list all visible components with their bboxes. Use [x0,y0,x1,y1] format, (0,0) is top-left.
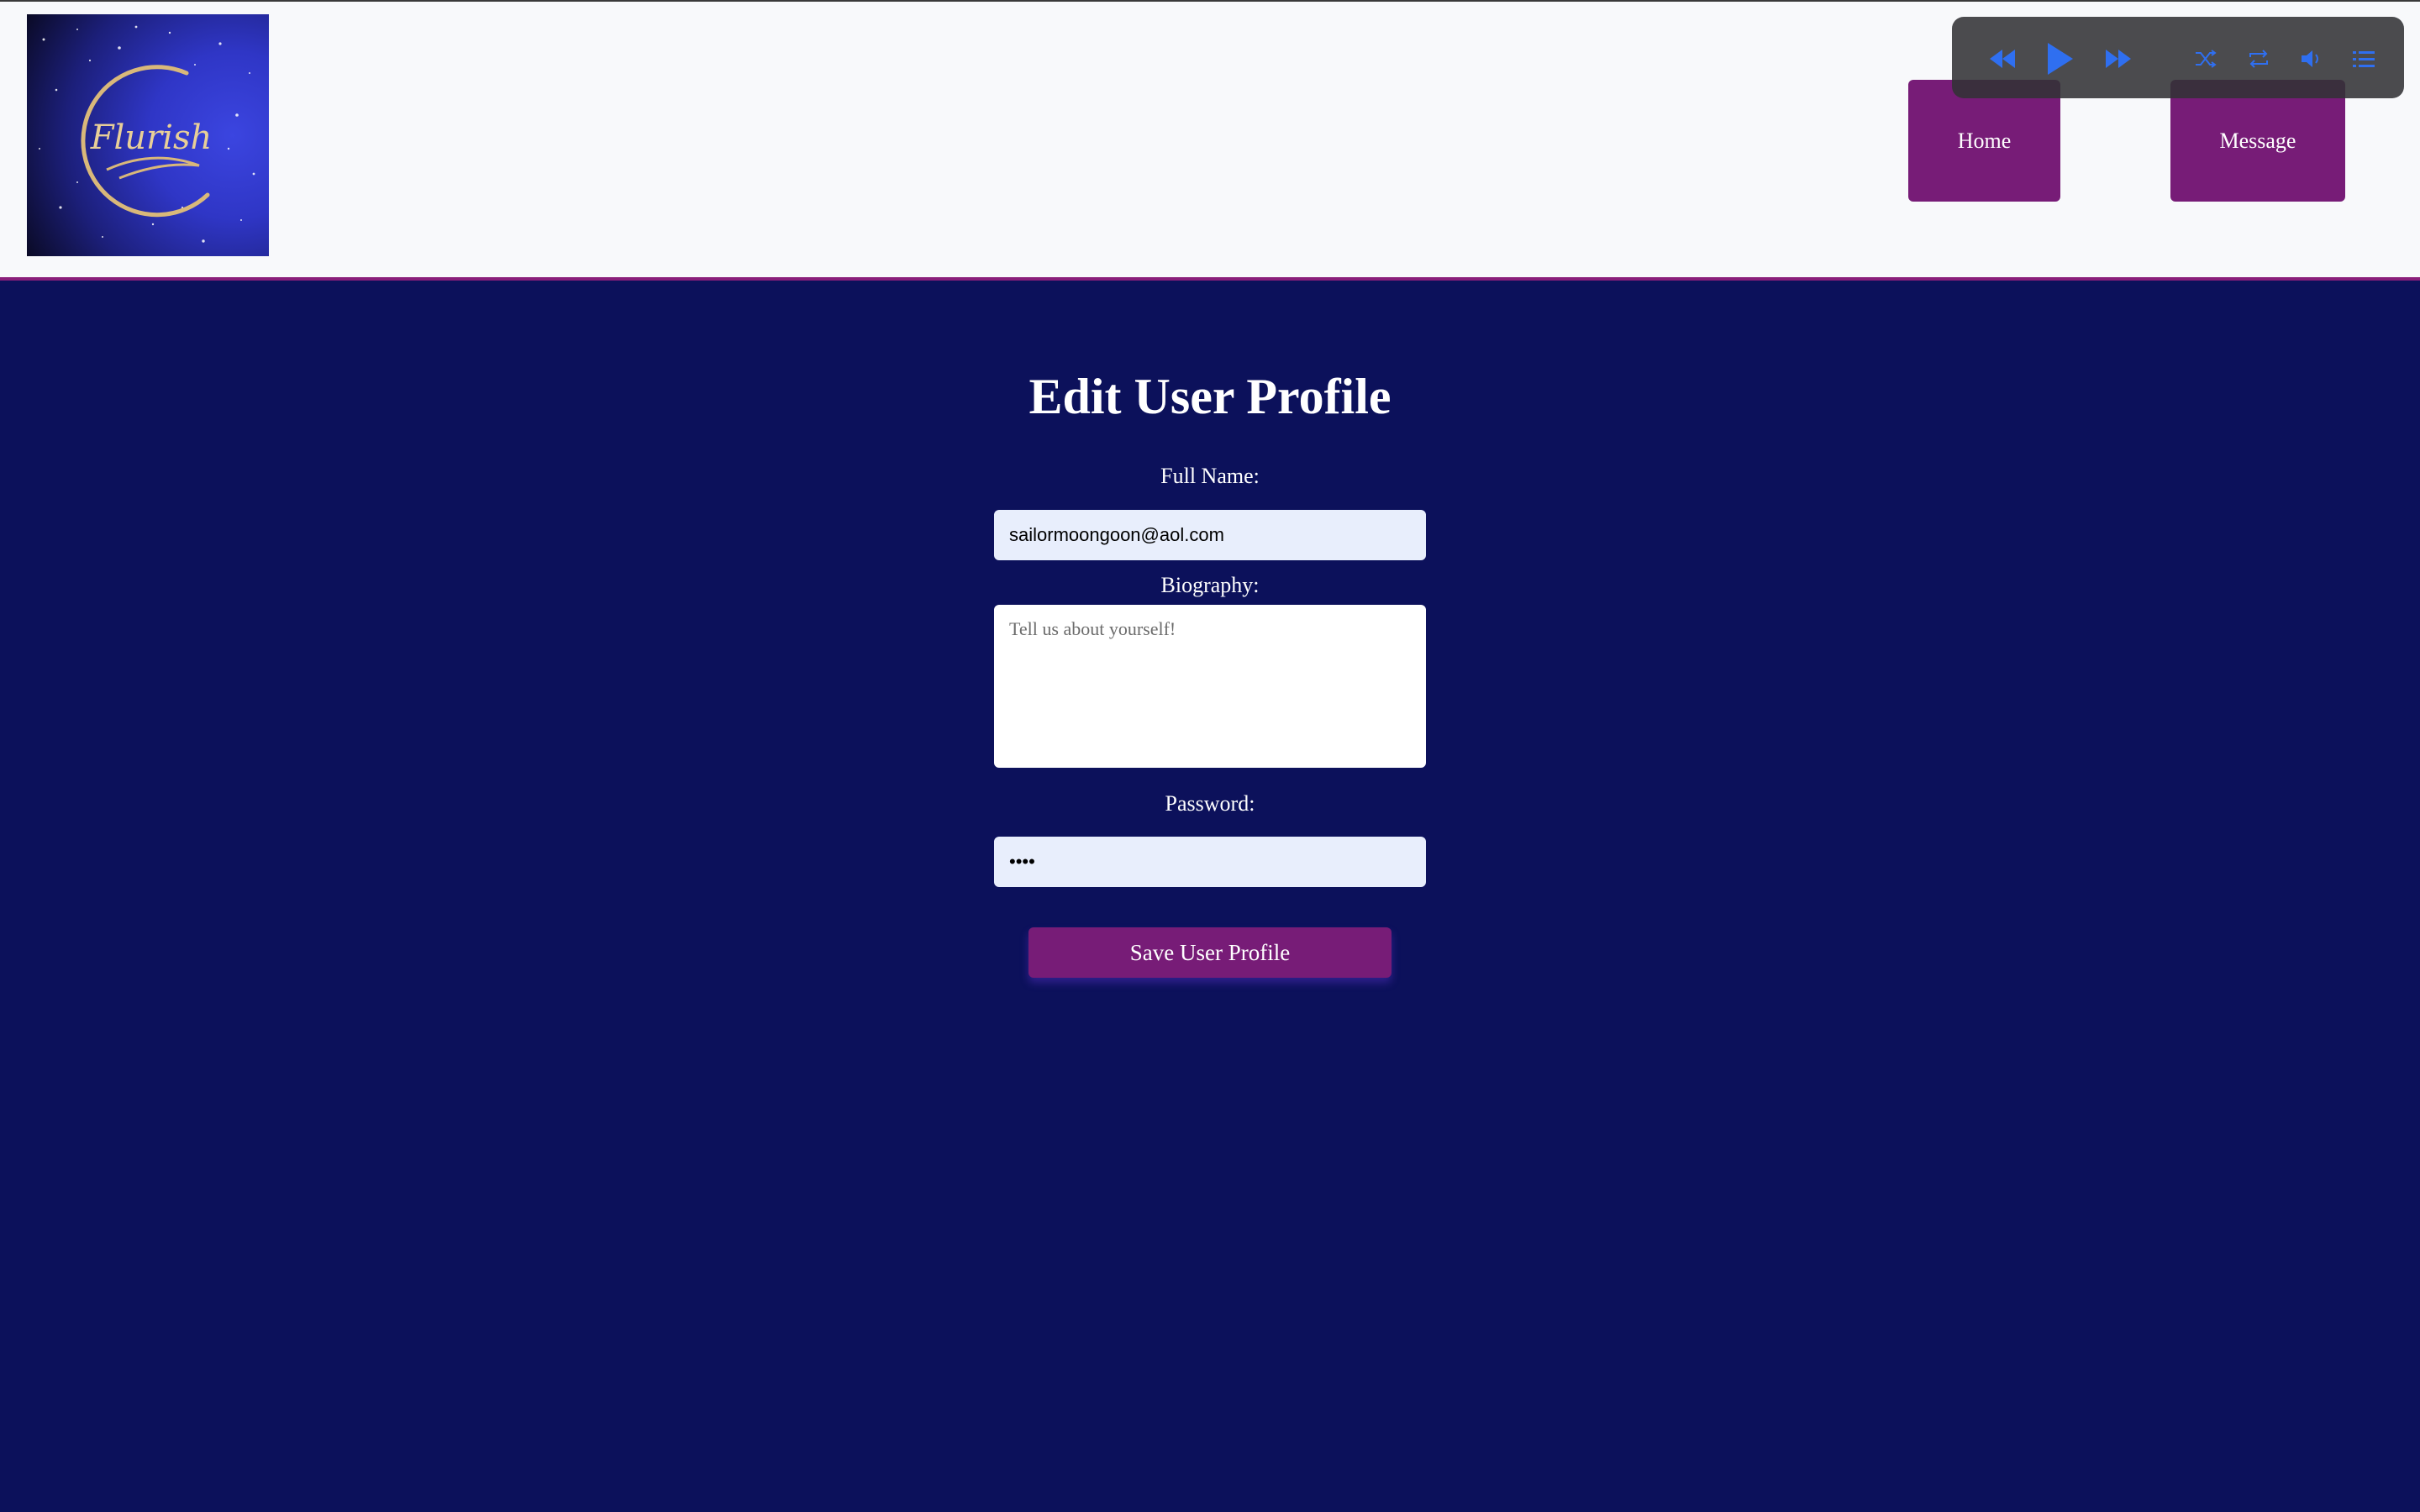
site-header: Flurish Home Message [0,2,2420,281]
biography-textarea[interactable] [994,605,1426,768]
volume-icon[interactable] [2295,42,2328,76]
biography-label: Biography: [1160,573,1260,597]
save-profile-button[interactable]: Save User Profile [1028,927,1392,978]
password-label: Password: [1165,791,1255,816]
playlist-icon[interactable] [2347,42,2381,76]
page-title: Edit User Profile [1028,369,1392,424]
music-player-bar [1952,17,2404,98]
flurish-moon-logo-icon: Flurish [39,25,255,243]
profile-form-section: Edit User Profile Full Name: Biography: … [0,284,2420,1512]
play-icon[interactable] [2039,39,2080,79]
repeat-icon[interactable] [2242,42,2275,76]
password-input[interactable] [994,837,1426,887]
shuffle-icon[interactable] [2189,42,2223,76]
full-name-label: Full Name: [1160,464,1260,488]
site-logo[interactable]: Flurish [27,14,269,256]
fast-forward-icon[interactable] [2102,42,2135,76]
svg-text:Flurish: Flurish [90,118,213,157]
full-name-input[interactable] [994,510,1426,560]
rewind-icon[interactable] [1986,42,2019,76]
